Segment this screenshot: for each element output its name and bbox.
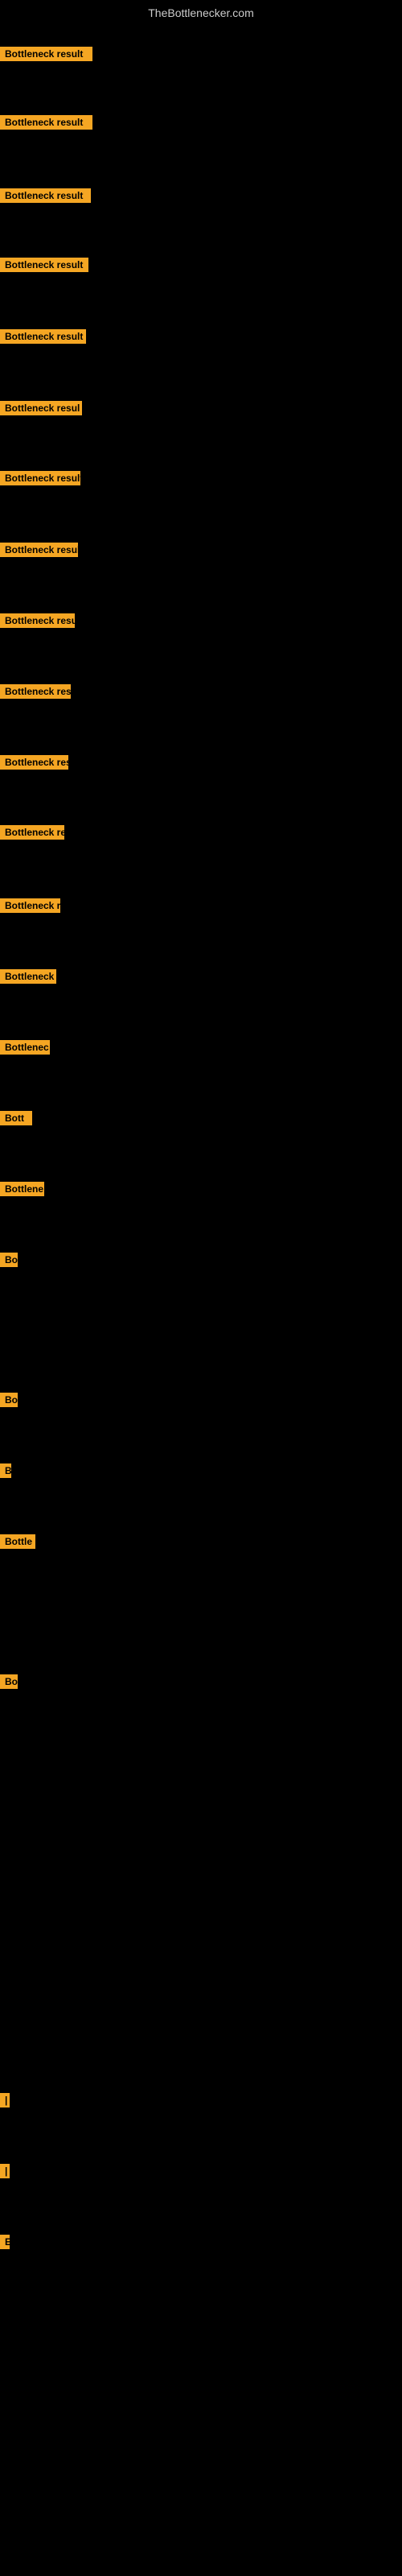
badge-17: Bottlene [0, 1182, 44, 1196]
badge-13: Bottleneck res [0, 898, 60, 913]
badge-9: Bottleneck resul [0, 613, 75, 628]
badge-8: Bottleneck result [0, 543, 78, 557]
badge-20: B [0, 1463, 11, 1478]
badge-16: Bott [0, 1111, 32, 1125]
badge-21: Bottle [0, 1534, 35, 1549]
site-title: TheBottlenecker.com [0, 0, 402, 26]
badge-12: Bottleneck res [0, 825, 64, 840]
badge-24: | [0, 2164, 10, 2178]
badge-10: Bottleneck resu [0, 684, 71, 699]
badge-15: Bottlenec [0, 1040, 50, 1055]
badge-11: Bottleneck resu [0, 755, 68, 770]
badge-6: Bottleneck resul [0, 401, 82, 415]
badge-14: Bottleneck re [0, 969, 56, 984]
badge-5: Bottleneck result [0, 329, 86, 344]
badge-2: Bottleneck result [0, 115, 92, 130]
badge-23: | [0, 2093, 10, 2107]
badge-4: Bottleneck result [0, 258, 88, 272]
badge-1: Bottleneck result [0, 47, 92, 61]
badge-3: Bottleneck result [0, 188, 91, 203]
badge-7: Bottleneck result [0, 471, 80, 485]
badge-22: Bo [0, 1674, 18, 1689]
badge-25: E [0, 2235, 10, 2249]
badge-19: Bo [0, 1393, 18, 1407]
badge-18: Bo [0, 1253, 18, 1267]
